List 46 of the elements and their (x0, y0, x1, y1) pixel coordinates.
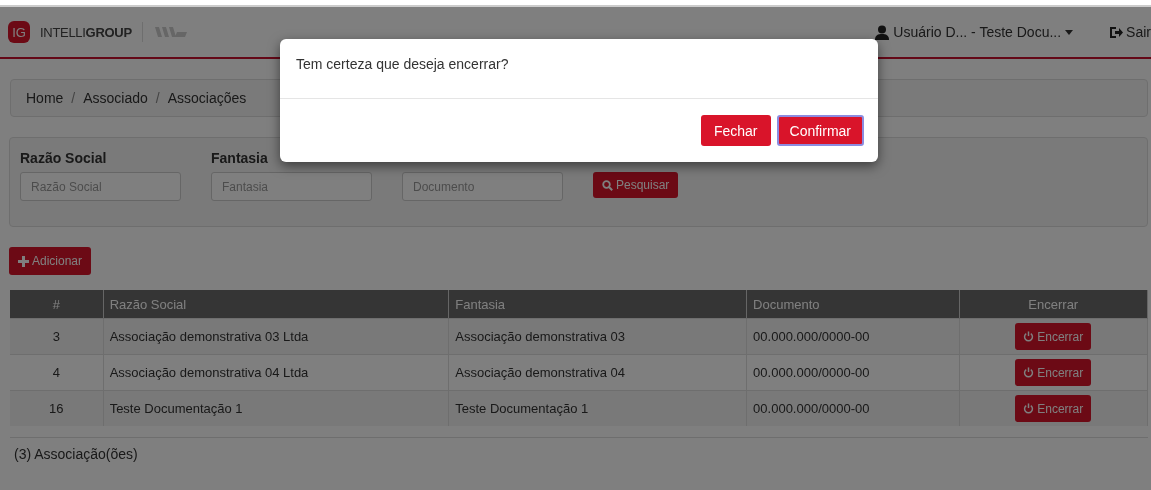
breadcrumb-item: Associações (167, 90, 247, 106)
dialog-button[interactable]: Confirmar (776, 115, 864, 146)
column-header: # (10, 290, 104, 319)
logo-badge: IG (8, 21, 30, 43)
logo-text: INTELLIGROUP (40, 24, 132, 40)
plus-icon (18, 255, 29, 267)
record-count: (3) Associação(ões) (14, 446, 138, 462)
user-icon (875, 24, 890, 40)
close-account-button[interactable]: Encerrar (1015, 395, 1092, 422)
column-header: Encerrar (959, 290, 1148, 319)
column-header: Documento (746, 290, 960, 319)
field-label: Razão Social (20, 150, 107, 166)
close-account-button[interactable]: Encerrar (1015, 323, 1092, 350)
table-cell: 00.000.000/0000-00 (746, 318, 960, 355)
dialog-message: Tem certeza que deseja encerrar? (296, 56, 509, 72)
table-cell: Associação demonstrativa 04 (448, 354, 747, 391)
power-icon (1023, 331, 1035, 342)
power-icon (1023, 403, 1035, 414)
logout-icon (1109, 25, 1124, 39)
column-header: Razão Social (103, 290, 449, 319)
table-cell: 3 (10, 318, 104, 355)
table-cell: Teste Documentação 1 (448, 390, 747, 426)
field-label: Fantasia (211, 150, 268, 166)
table-cell: 4 (10, 354, 104, 391)
table-cell: 16 (10, 390, 104, 426)
search-icon (602, 179, 613, 191)
dialog-button[interactable]: Fechar (700, 115, 771, 146)
table-cell: Associação demonstrativa 04 Ltda (103, 354, 449, 391)
breadcrumb-separator: / (71, 90, 76, 106)
close-account-button[interactable]: Encerrar (1015, 359, 1092, 386)
add-button[interactable]: Adicionar (9, 247, 92, 275)
column-header: Fantasia (448, 290, 747, 319)
user-menu[interactable]: Usuário D... - Teste Docu... (875, 24, 1074, 40)
table-cell: Associação demonstrativa 03 (448, 318, 747, 355)
table-cell: Teste Documentação 1 (103, 390, 449, 426)
caret-icon (1065, 29, 1074, 35)
breadcrumb-item[interactable]: Associado (83, 90, 148, 106)
table-cell: 00.000.000/0000-00 (746, 354, 960, 391)
power-icon (1023, 367, 1035, 378)
logo-icon (152, 24, 189, 40)
table-cell: Associação demonstrativa 03 Ltda (103, 318, 449, 355)
search-button[interactable]: Pesquisar (593, 172, 679, 198)
logout-link[interactable]: Sair (1109, 24, 1151, 40)
breadcrumb-separator: / (155, 90, 160, 106)
table-cell: 00.000.000/0000-00 (746, 390, 960, 426)
breadcrumb-item[interactable]: Home (26, 90, 64, 106)
